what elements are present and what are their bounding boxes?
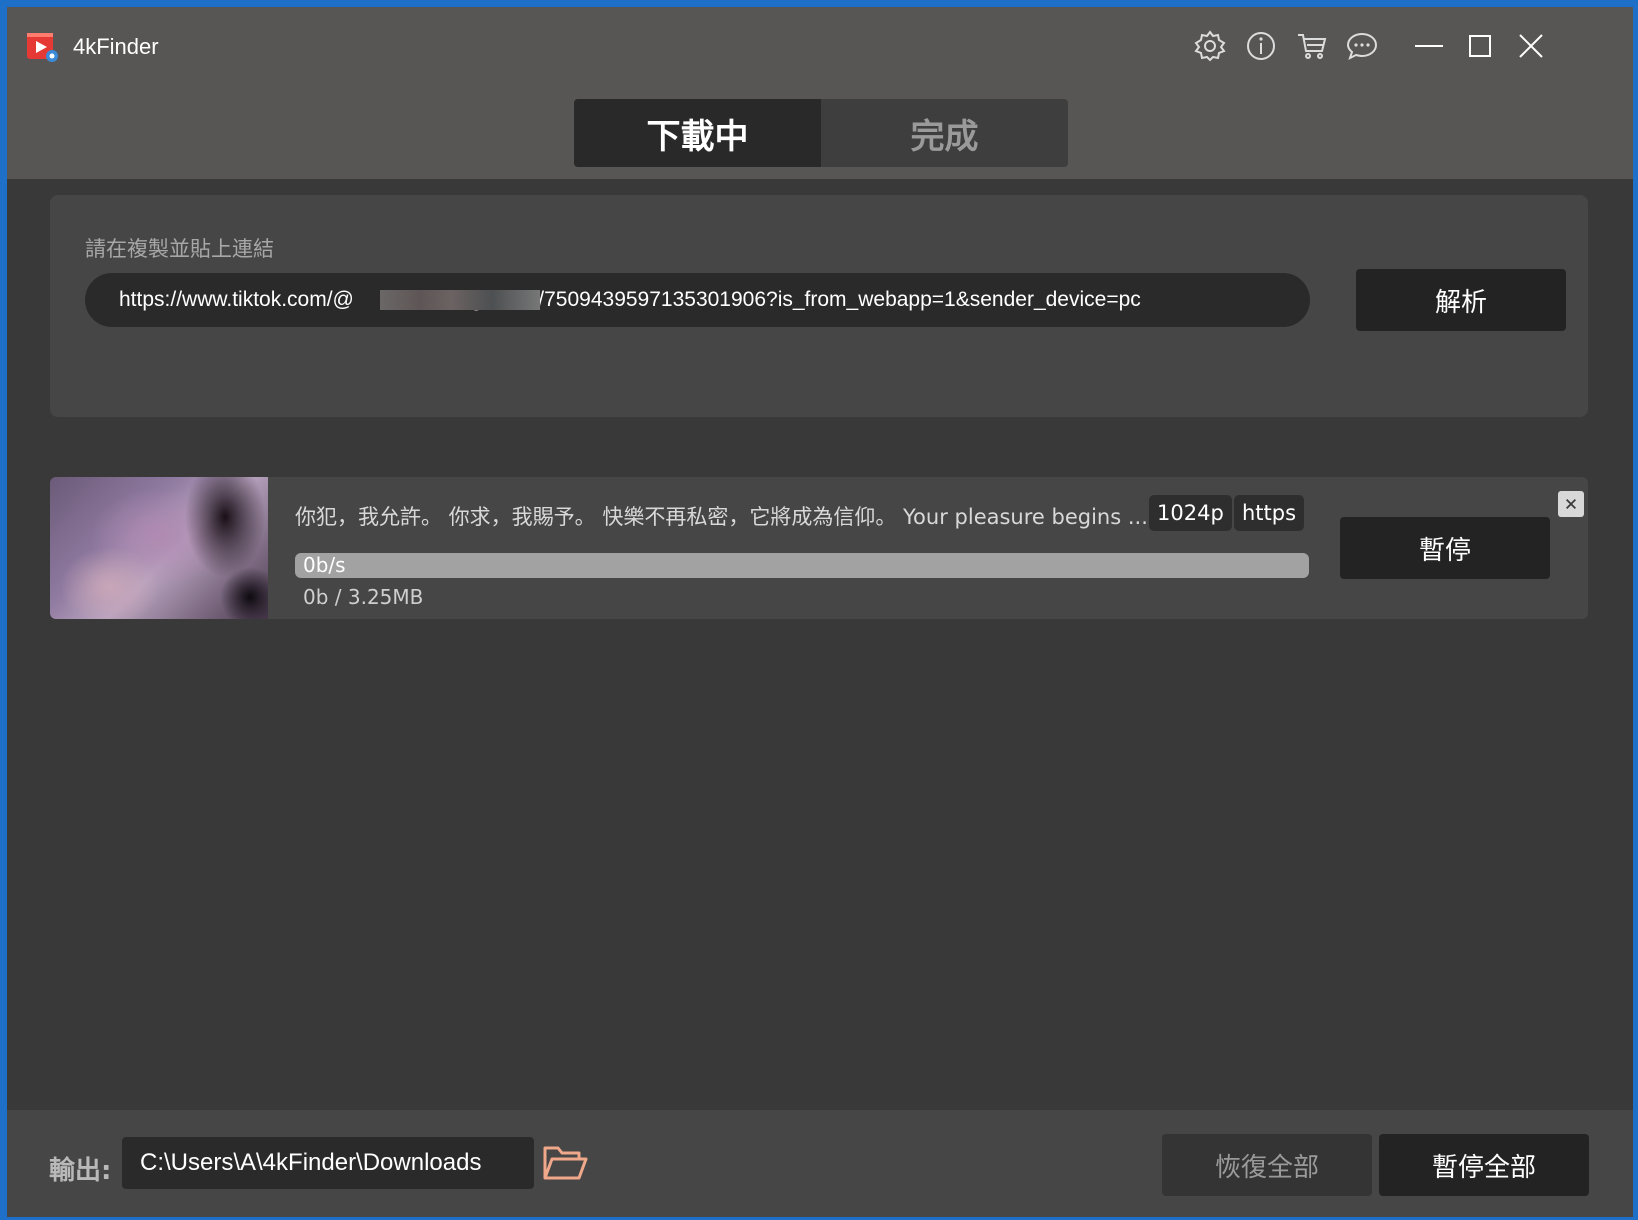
app-title: 4kFinder: [73, 34, 159, 59]
download-speed: 0b/s: [303, 553, 346, 577]
parse-button[interactable]: 解析: [1356, 269, 1566, 331]
minimize-icon[interactable]: [1411, 29, 1445, 63]
close-icon[interactable]: [1514, 29, 1548, 63]
maximize-icon[interactable]: [1463, 29, 1497, 63]
output-label: 輸出:: [49, 1156, 112, 1186]
link-hint-label: 請在複製並貼上連結: [85, 237, 274, 261]
output-path-field[interactable]: C:\Users\A\4kFinder\Downloads: [122, 1137, 534, 1189]
download-size: 0b / 3.25MB: [303, 585, 424, 609]
url-input[interactable]: [85, 273, 1310, 327]
protocol-badge: https: [1234, 495, 1305, 531]
tab-downloading[interactable]: 下載中: [574, 99, 821, 167]
pause-all-button[interactable]: 暫停全部: [1379, 1134, 1589, 1196]
app-logo-icon: [25, 29, 59, 63]
info-icon[interactable]: [1244, 29, 1278, 63]
progress-bar: 0b/s: [295, 553, 1309, 578]
redaction-mask: [380, 290, 540, 310]
download-task-card: 你犯，我允許。 你求，我賜予。 快樂不再私密，它將成為信仰。 Your plea…: [50, 477, 1588, 619]
resolution-badge: 1024p: [1149, 495, 1232, 531]
footer-bar: 輸出: C:\Users\A\4kFinder\Downloads 恢復全部 暫…: [7, 1110, 1633, 1217]
remove-task-close-icon[interactable]: [1558, 491, 1584, 517]
chat-icon[interactable]: [1345, 29, 1379, 63]
resume-all-button[interactable]: 恢復全部: [1162, 1134, 1372, 1196]
cart-icon[interactable]: [1295, 29, 1329, 63]
gear-icon[interactable]: [1193, 29, 1227, 63]
video-thumbnail: [50, 477, 268, 619]
app-window: 4kFinder 下載中 完成 請在複製並貼上連結 https://www.ti…: [7, 7, 1633, 1217]
pause-button[interactable]: 暫停: [1340, 517, 1550, 579]
header: 4kFinder 下載中 完成: [7, 7, 1633, 179]
task-title: 你犯，我允許。 你求，我賜予。 快樂不再私密，它將成為信仰。 Your plea…: [295, 505, 1148, 529]
tab-completed[interactable]: 完成: [821, 99, 1068, 167]
folder-open-icon[interactable]: [541, 1140, 589, 1186]
tab-bar: 下載中 完成: [574, 99, 1068, 167]
link-panel: 請在複製並貼上連結 解析: [50, 195, 1588, 417]
